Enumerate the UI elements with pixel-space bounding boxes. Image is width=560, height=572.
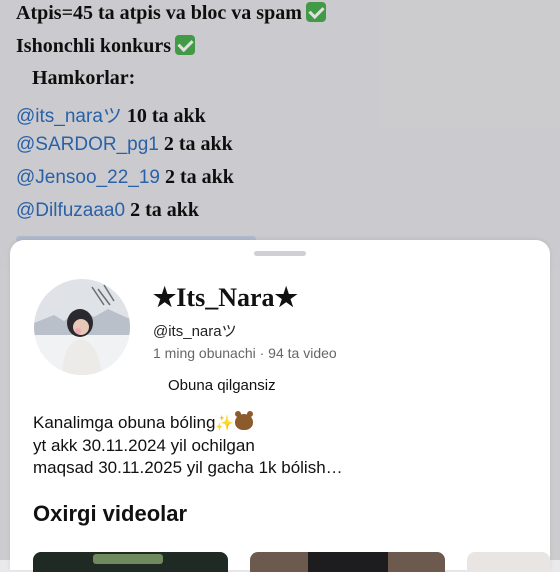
description-line: Kanalimga obuna bóling✨ [33, 411, 343, 435]
channel-handle: @its_naraツ [153, 323, 237, 340]
channel-description: Kanalimga obuna bóling✨ yt akk 30.11.202… [33, 411, 343, 479]
video-thumbnail[interactable] [250, 552, 445, 572]
description-line: yt akk 30.11.2024 yil ochilgan [33, 436, 255, 455]
channel-avatar[interactable] [34, 279, 130, 375]
drag-handle[interactable] [254, 251, 306, 256]
recent-videos-heading: Oxirgi videolar [33, 501, 188, 526]
channel-title: ★Its_Nara★ [153, 283, 298, 312]
avatar-image [34, 279, 130, 375]
sparkles-icon: ✨ [215, 415, 235, 432]
video-thumbnail[interactable] [33, 552, 228, 572]
channel-stats: 1 ming obunachi · 94 ta video [153, 345, 337, 361]
video-thumbnail[interactable] [467, 552, 550, 572]
subscribed-button[interactable]: Obuna qilgansiz [158, 373, 286, 398]
teddy-bear-icon [235, 411, 254, 430]
channel-bottom-sheet: ★Its_Nara★ @its_naraツ 1 ming obunachi · … [10, 240, 550, 572]
description-line[interactable]: maqsad 30.11.2025 yil gacha 1k bólish… [33, 457, 343, 479]
